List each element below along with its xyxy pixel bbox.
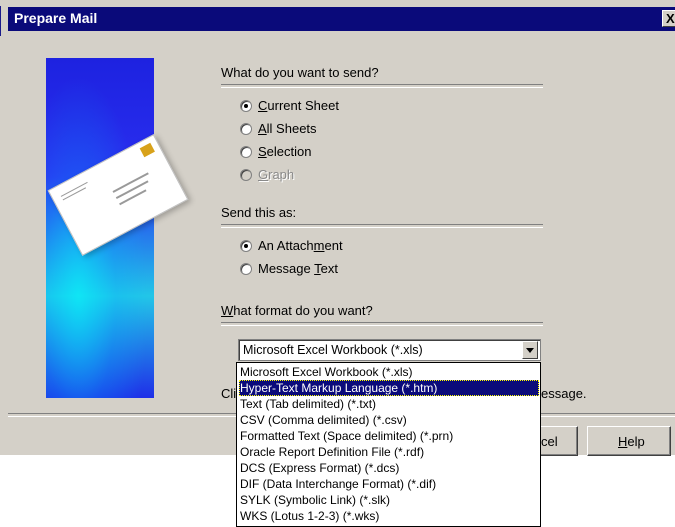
- radio-all-sheets[interactable]: All Sheets: [240, 121, 440, 137]
- help-label: Help: [618, 434, 645, 449]
- radio-message-text[interactable]: Message Text: [240, 261, 440, 277]
- radio-button[interactable]: [240, 100, 252, 112]
- format-option[interactable]: DIF (Data Interchange Format) (*.dif): [239, 476, 539, 492]
- send-as-separator: [221, 224, 543, 228]
- format-option-highlighted[interactable]: Hyper-Text Markup Language (*.htm): [239, 380, 539, 396]
- footer-hint-left: Cli: [221, 386, 237, 401]
- format-select[interactable]: Microsoft Excel Workbook (*.xls): [238, 339, 541, 361]
- send-separator: [221, 84, 543, 88]
- radio-button: [240, 169, 252, 181]
- radio-button[interactable]: [240, 123, 252, 135]
- radio-label: An Attachment: [258, 238, 343, 253]
- format-option[interactable]: DCS (Express Format) (*.dcs): [239, 460, 539, 476]
- format-option[interactable]: CSV (Comma delimited) (*.csv): [239, 412, 539, 428]
- cancel-label: cel: [541, 434, 558, 449]
- window-title: Prepare Mail: [14, 10, 98, 26]
- help-button[interactable]: Help: [587, 426, 671, 456]
- format-select-value: Microsoft Excel Workbook (*.xls): [243, 343, 423, 357]
- format-option[interactable]: Microsoft Excel Workbook (*.xls): [239, 364, 539, 380]
- title-bar[interactable]: Prepare Mail X: [8, 7, 675, 31]
- close-icon: X: [666, 11, 675, 26]
- footer-hint-right: essage.: [541, 386, 587, 401]
- radio-label: Graph: [258, 167, 295, 182]
- stamp-icon: [139, 142, 155, 158]
- send-heading: What do you want to send?: [221, 65, 379, 80]
- chevron-down-icon[interactable]: [522, 341, 538, 359]
- address-line: [119, 189, 147, 206]
- format-separator: [221, 322, 543, 326]
- radio-current-sheet[interactable]: Current Sheet: [240, 98, 440, 114]
- format-option[interactable]: Oracle Report Definition File (*.rdf): [239, 444, 539, 460]
- send-as-heading: Send this as:: [221, 205, 297, 220]
- radio-attachment[interactable]: An Attachment: [240, 238, 440, 254]
- format-option[interactable]: Text (Tab delimited) (*.txt): [239, 396, 539, 412]
- radio-button[interactable]: [240, 263, 252, 275]
- close-button[interactable]: X: [662, 10, 675, 27]
- radio-graph: Graph: [240, 167, 440, 183]
- radio-label: Selection: [258, 144, 312, 159]
- format-heading: What format do you want?: [221, 303, 373, 318]
- radio-label: All Sheets: [258, 121, 317, 136]
- format-option[interactable]: Formatted Text (Space delimited) (*.prn): [239, 428, 539, 444]
- radio-selection[interactable]: Selection: [240, 144, 440, 160]
- format-dropdown-list[interactable]: Microsoft Excel Workbook (*.xls) Hyper-T…: [236, 362, 541, 527]
- radio-button[interactable]: [240, 146, 252, 158]
- format-option[interactable]: SYLK (Symbolic Link) (*.slk): [239, 492, 539, 508]
- radio-label: Message Text: [258, 261, 338, 276]
- radio-label: Current Sheet: [258, 98, 339, 113]
- format-option[interactable]: WKS (Lotus 1-2-3) (*.wks): [239, 508, 539, 524]
- radio-button[interactable]: [240, 240, 252, 252]
